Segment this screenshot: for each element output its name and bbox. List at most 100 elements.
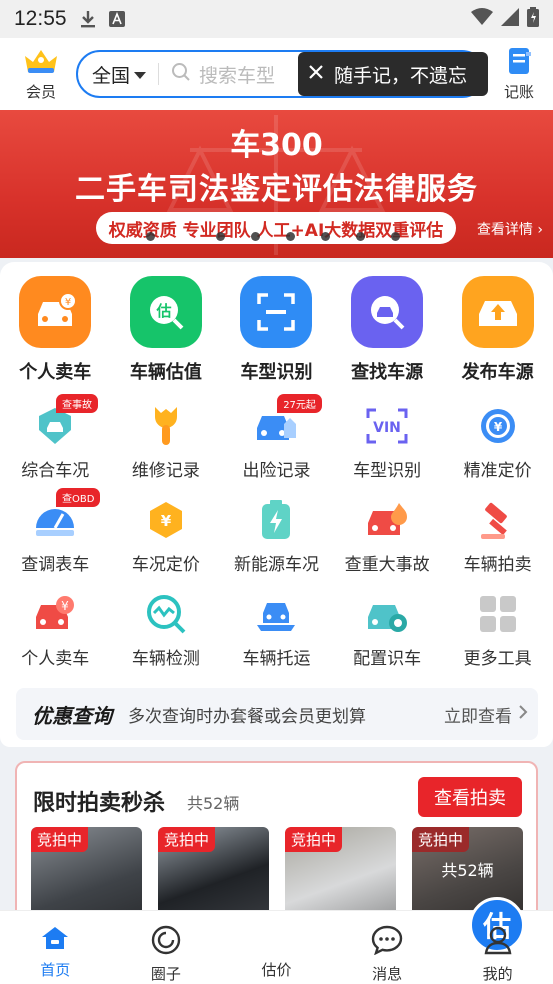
svg-text:估: 估 xyxy=(155,302,171,320)
tool-publish-source[interactable]: 发布车源 xyxy=(442,276,553,384)
tool-model-recognition[interactable]: 车型识别 xyxy=(221,276,332,384)
download-icon xyxy=(79,9,97,29)
signal-icon xyxy=(501,8,519,30)
banner-pagination xyxy=(146,232,400,241)
car-transport-icon xyxy=(254,592,298,636)
search-icon xyxy=(171,62,191,86)
user-icon xyxy=(483,926,513,959)
nav-mine[interactable]: 我的 xyxy=(442,911,553,984)
auction-car-card[interactable]: 竞拍中 xyxy=(31,827,142,919)
find-car-icon xyxy=(351,276,424,348)
banner-detail-link[interactable]: 查看详情 › xyxy=(477,219,543,239)
target-yen-icon: ¥ xyxy=(476,404,520,448)
bidding-badge: 竞拍中 xyxy=(412,827,470,852)
view-auction-button[interactable]: 查看拍卖 xyxy=(418,777,522,817)
grid-icon xyxy=(476,592,520,636)
auction-car-card[interactable]: 竞拍中 xyxy=(285,827,396,919)
tool-label: 综合车况 xyxy=(21,461,90,481)
tag-badge: 查事故 xyxy=(56,394,98,413)
nav-messages[interactable]: 消息 xyxy=(332,911,443,984)
valuation-icon: 估 xyxy=(129,276,202,348)
tool-odometer-check[interactable]: 查OBD 查调表车 xyxy=(0,488,111,575)
message-icon xyxy=(371,925,403,959)
auction-car-card[interactable]: 竞拍中 xyxy=(158,827,269,919)
tool-major-accident[interactable]: 查重大事故 xyxy=(332,498,443,575)
tool-label: 车辆托运 xyxy=(242,649,311,669)
tool-personal-sell[interactable]: ¥ 个人卖车 xyxy=(0,592,111,669)
city-label: 全国 xyxy=(92,64,131,87)
tool-label: 配置识车 xyxy=(353,649,422,669)
svg-text:¥: ¥ xyxy=(493,420,502,434)
auction-count: 共52辆 xyxy=(187,794,240,813)
secondary-tools-row-1: 查事故 综合车况 维修记录 27元起 出险记录 VIN 车型识别 ¥ 精准定价 xyxy=(0,394,553,481)
city-selector[interactable]: 全国 xyxy=(92,61,147,88)
tool-ev-condition[interactable]: 新能源车况 xyxy=(221,498,332,575)
chevron-right-icon xyxy=(518,704,528,725)
banner-title: 车300 xyxy=(230,128,323,163)
car-sell-icon: ¥ xyxy=(19,276,92,348)
battery-bolt-icon xyxy=(254,498,298,542)
bottom-navigation: 首页 圈子 估 估价 消息 我的 xyxy=(0,897,553,984)
tool-condition-pricing[interactable]: ¥ 车况定价 xyxy=(111,498,222,575)
tool-find-source[interactable]: 查找车源 xyxy=(332,276,443,384)
tool-label: 查重大事故 xyxy=(344,555,430,575)
page-dot xyxy=(286,232,295,241)
page-dot xyxy=(146,232,155,241)
tool-car-inspection[interactable]: 车辆检测 xyxy=(111,592,222,669)
tool-precise-pricing[interactable]: ¥ 精准定价 xyxy=(442,404,553,481)
tool-label: 车辆检测 xyxy=(131,649,200,669)
bidding-badge: 竞拍中 xyxy=(158,827,216,852)
promo-description: 多次查询时办套餐或会员更划算 xyxy=(128,706,366,727)
tool-sell-car[interactable]: ¥ 个人卖车 xyxy=(0,276,111,384)
tool-config-recognition[interactable]: 配置识车 xyxy=(332,592,443,669)
crown-icon xyxy=(21,50,61,80)
tool-label: 出险记录 xyxy=(242,461,311,481)
gavel-icon xyxy=(476,498,520,542)
home-icon xyxy=(40,927,70,955)
wifi-icon xyxy=(471,8,493,30)
tool-label: 车况定价 xyxy=(131,555,200,575)
auction-more-count: 共52辆 xyxy=(441,861,494,880)
secondary-tools-row-3: ¥ 个人卖车 车辆检测 车辆托运 配置识车 更多工具 xyxy=(0,592,553,669)
tool-label: 新能源车况 xyxy=(233,555,319,575)
tool-more-tools[interactable]: 更多工具 xyxy=(442,592,553,669)
tool-label: 个人卖车 xyxy=(19,362,92,383)
discount-query-bar[interactable]: 优惠查询 多次查询时办套餐或会员更划算 立即查看 xyxy=(16,688,538,740)
close-icon[interactable] xyxy=(308,63,324,85)
tool-overall-condition[interactable]: 查事故 综合车况 xyxy=(0,394,111,481)
ledger-tooltip[interactable]: 随手记，不遗忘 xyxy=(298,52,488,96)
nav-home[interactable]: 首页 xyxy=(0,911,111,984)
tool-car-auction[interactable]: 车辆拍卖 xyxy=(442,498,553,575)
tool-label: 个人卖车 xyxy=(21,649,90,669)
nav-circle[interactable]: 圈子 xyxy=(111,911,222,984)
tool-label: 发布车源 xyxy=(461,362,534,383)
circle-icon xyxy=(151,925,181,959)
promo-link[interactable]: 立即查看 xyxy=(444,702,528,727)
tool-label: 车型识别 xyxy=(240,362,313,383)
tool-maintenance-record[interactable]: 维修记录 xyxy=(111,404,222,481)
tool-insurance-record[interactable]: 27元起 出险记录 xyxy=(221,394,332,481)
member-button[interactable]: 会员 xyxy=(18,46,64,102)
tool-valuation[interactable]: 估 车辆估值 xyxy=(111,276,222,384)
secondary-tools-row-2: 查OBD 查调表车 ¥ 车况定价 新能源车况 查重大事故 车辆拍卖 xyxy=(0,488,553,575)
ledger-button[interactable]: 记账 xyxy=(499,46,539,102)
banner-subtitle: 二手车司法鉴定评估法律服务 xyxy=(75,172,478,207)
page-dot xyxy=(251,232,260,241)
search-divider xyxy=(158,63,160,85)
tool-label: 维修记录 xyxy=(131,461,200,481)
svg-text:¥: ¥ xyxy=(161,512,172,530)
hexagon-yen-icon: ¥ xyxy=(144,498,188,542)
vin-icon: VIN xyxy=(365,404,409,448)
primary-tools: ¥ 个人卖车 估 车辆估值 车型识别 查找车源 发布车源 xyxy=(0,276,553,384)
scan-icon xyxy=(240,276,313,348)
search-input[interactable]: 搜索车型 xyxy=(199,61,289,88)
tool-label: 更多工具 xyxy=(463,649,532,669)
page-dot xyxy=(356,232,365,241)
member-label: 会员 xyxy=(25,83,56,101)
tool-model-recognition-2[interactable]: VIN 车型识别 xyxy=(332,404,443,481)
tool-label: 查找车源 xyxy=(351,362,424,383)
nav-label: 我的 xyxy=(482,965,513,983)
bidding-badge: 竞拍中 xyxy=(285,827,343,852)
nav-estimate[interactable]: 估 估价 xyxy=(221,897,526,984)
tool-car-shipping[interactable]: 车辆托运 xyxy=(221,592,332,669)
